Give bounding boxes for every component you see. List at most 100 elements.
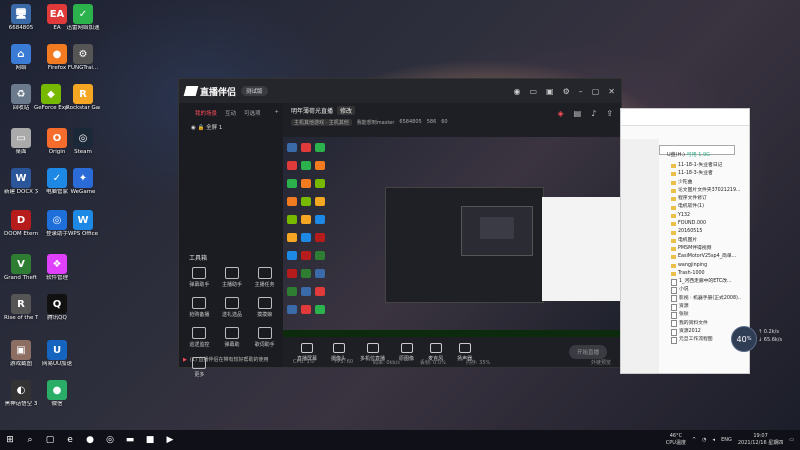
mic-icon	[429, 342, 442, 353]
desktop-icon[interactable]: VGrand Theft Auto V	[4, 254, 38, 282]
tool-item[interactable]: 主播任务	[248, 267, 281, 288]
desktop-icon[interactable]: Q 腾讯QQ	[40, 294, 74, 322]
desktop-icon[interactable]: ▭ 桌面	[4, 128, 38, 156]
list-item[interactable]: 电机软件(1)	[671, 203, 741, 211]
desktop-icon[interactable]: 🖥 6684805	[4, 4, 38, 32]
tool-item[interactable]: 弹幕助手	[183, 267, 216, 288]
list-item[interactable]: EasiMotorV25sp4_简单...	[671, 253, 741, 261]
app-icon: R	[73, 84, 93, 104]
app-icon: ▭	[11, 128, 31, 148]
task-icon[interactable]: ◈	[557, 109, 563, 118]
taskbar-live-partner-icon[interactable]: ▶	[160, 430, 180, 450]
minimize-icon[interactable]: –	[579, 87, 583, 96]
shop-icon[interactable]: ▤	[574, 109, 582, 118]
list-item[interactable]: 11-18-3-失业者	[671, 170, 741, 178]
stream-preview[interactable]	[283, 137, 621, 337]
list-item[interactable]: wangjinping	[671, 262, 741, 270]
desktop-icon[interactable]: ✦ WeGame	[66, 168, 100, 196]
tool-item[interactable]: 摸摸娘	[248, 297, 281, 318]
list-item[interactable]: 小说	[671, 286, 741, 295]
taskbar-firefox-icon[interactable]: ●	[80, 430, 100, 450]
settings-icon[interactable]: ⚙	[563, 87, 570, 96]
desktop-icon[interactable]: ⌂ 网络	[4, 44, 38, 72]
desktop-icon-label: 桌面	[15, 149, 27, 155]
taskbar-task-view-icon[interactable]: ▢	[40, 430, 60, 450]
desktop-icon[interactable]: W WPS Office	[66, 210, 100, 238]
notification-icon[interactable]: ▭	[789, 437, 794, 443]
share-icon[interactable]: ⇪	[606, 109, 613, 118]
desktop-icon[interactable]: ♻ 回收站	[4, 84, 38, 112]
desktop-icon[interactable]: ◆GeForce Experience	[34, 84, 68, 112]
tab-options[interactable]: 可选项	[244, 109, 261, 117]
tray-arrow-icon[interactable]: ^	[692, 437, 696, 443]
desktop-icon[interactable]: RRise of the Tomb Ra...	[4, 294, 38, 322]
tool-item[interactable]: 弹幕助	[216, 327, 249, 348]
message-icon[interactable]: ▭	[529, 87, 537, 96]
app-icon: D	[11, 210, 31, 230]
taskbar-start-icon[interactable]: ⊞	[0, 430, 20, 450]
list-item[interactable]: 影视 · 机器手册(正式2008)...	[671, 295, 741, 303]
volume-icon[interactable]: ◂	[713, 437, 716, 443]
desktop-icon-label: 软件管理	[45, 275, 68, 281]
tool-item[interactable]: 歌词助手	[248, 327, 281, 348]
desktop-icon[interactable]: ⚙ FUNGTrai...	[66, 44, 100, 72]
list-item[interactable]: Y132	[671, 212, 741, 220]
tool-item[interactable]: 巡逻监控	[183, 327, 216, 348]
taskbar-explorer-icon[interactable]: ▬	[120, 430, 140, 450]
language-indicator[interactable]: ENG	[721, 437, 732, 443]
file-icon	[671, 303, 677, 311]
tool-item[interactable]: 主播助手	[216, 267, 249, 288]
list-item[interactable]: 11-18-1-失业者日记	[671, 162, 741, 170]
list-item[interactable]: PMSM伴得视频	[671, 245, 741, 253]
bell-icon[interactable]: ♪	[591, 109, 596, 118]
taskbar-edge-icon[interactable]: e	[60, 430, 80, 450]
category[interactable]: 主机其他游戏 · 主机其他	[291, 119, 352, 126]
lock-icon[interactable]: 🔒	[198, 125, 205, 131]
desktop-icon[interactable]: ◐ 黑神话悟空 3	[4, 380, 38, 408]
avatar[interactable]: ◉	[513, 87, 520, 96]
list-item[interactable]: 资源	[671, 303, 741, 311]
desktop-icon[interactable]: ❖ 软件管理	[40, 254, 74, 282]
taskbar-app-a-icon[interactable]: ■	[140, 430, 160, 450]
list-item[interactable]: FOUND.000	[671, 220, 741, 228]
tool-item[interactable]: 抢购备播	[183, 297, 216, 318]
taskbar-search-icon[interactable]: ⌕	[20, 430, 40, 450]
app-titlebar: 直播伴侣 测试版 ◉ ▭ ▣ ⚙ – ▢ ✕	[179, 79, 621, 103]
preview-desktop-icon	[315, 251, 325, 260]
speed-gauge[interactable]: 40%	[731, 326, 757, 352]
list-item[interactable]: 我的资料文件	[671, 320, 741, 328]
gift-icon[interactable]: ▣	[546, 87, 554, 96]
list-item[interactable]: 程序文件修订	[671, 195, 741, 203]
network-icon[interactable]: ◔	[702, 437, 706, 443]
clock[interactable]: 19:07 2021/12/16 星期四	[738, 433, 783, 447]
list-item[interactable]: 20160515	[671, 228, 741, 236]
list-item[interactable]: 张钬	[671, 311, 741, 319]
scene-item[interactable]: ◉ 🔒 全屏 1	[179, 120, 283, 134]
file-icon	[671, 336, 677, 344]
desktop-icon[interactable]: ● 微信	[40, 380, 74, 408]
edit-title-button[interactable]: 修改	[337, 106, 356, 115]
desktop-icon[interactable]: W新建 DOCX 文档	[4, 168, 38, 196]
desktop-icon[interactable]: DDOOM Eternal	[4, 210, 38, 238]
desktop-icon[interactable]: RRockstar Games...	[66, 84, 100, 112]
list-item[interactable]: 1_河西走廊中的ETC改...	[671, 278, 741, 286]
desktop-icon[interactable]: ◎ Steam	[66, 128, 100, 156]
close-icon[interactable]: ✕	[608, 87, 615, 96]
desktop-icon[interactable]: ▣ 游戏截图	[4, 340, 38, 368]
tab-scenes[interactable]: 我的场景	[195, 109, 217, 117]
maximize-icon[interactable]: ▢	[592, 87, 600, 96]
list-item[interactable]: Trash-1000	[671, 270, 741, 278]
desktop-icon[interactable]: ✓ 迅雷网络加速	[66, 4, 100, 32]
list-item[interactable]: 少陀曲	[671, 179, 741, 187]
list-item[interactable]: 论文图片文件夹37021219...	[671, 187, 741, 195]
tool-icon	[192, 297, 207, 309]
eye-icon[interactable]: ◉	[191, 125, 196, 131]
list-item[interactable]: 电机图片	[671, 237, 741, 245]
taskbar-steam-icon[interactable]: ◎	[100, 430, 120, 450]
add-tab-button[interactable]: +	[274, 109, 279, 117]
tool-item[interactable]: 送礼选品	[216, 297, 249, 318]
tab-interact[interactable]: 互动	[225, 109, 236, 117]
desktop-icon[interactable]: U 网易UU加速	[40, 340, 74, 368]
folder-icon	[671, 222, 676, 227]
footer-notice[interactable]: ▶ (1) 直播伴侣在带有较好帮助的使用	[183, 356, 269, 364]
